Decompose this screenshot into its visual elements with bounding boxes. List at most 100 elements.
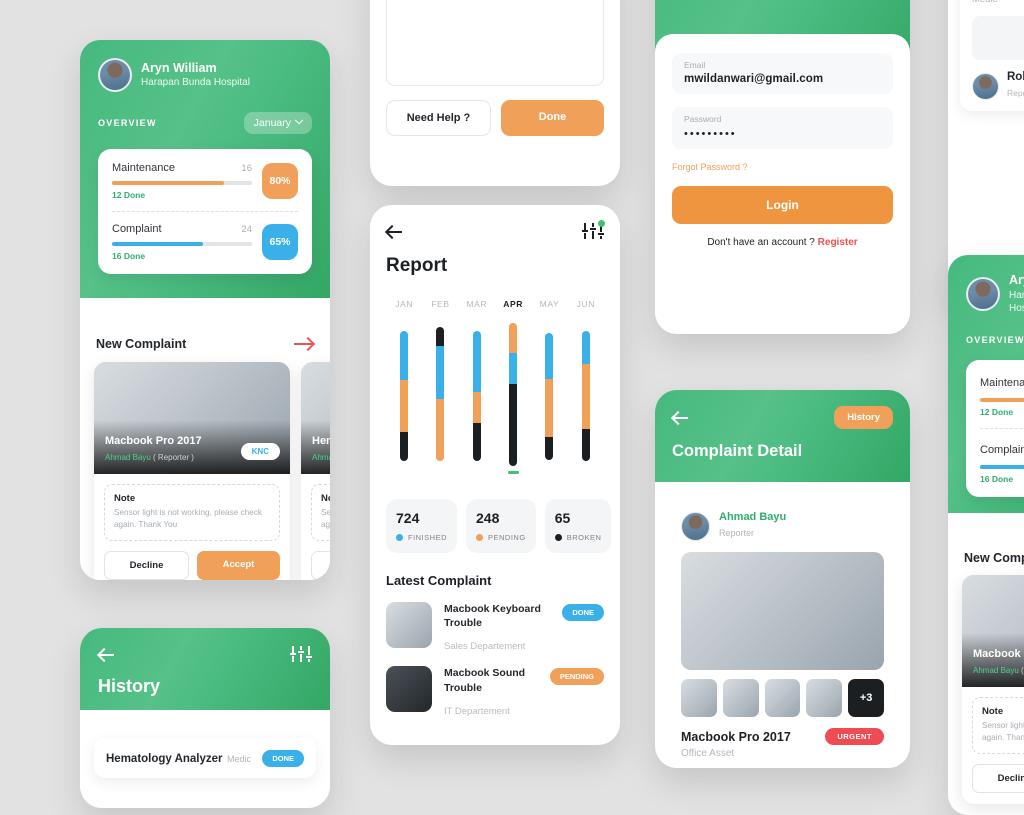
history-screen: History Hematology Analyzer Medic DONE	[80, 628, 330, 808]
thumbnail[interactable]	[722, 679, 759, 717]
dashboard-partial-screen: Aryn William Harapan Bunda Hospital OVER…	[948, 255, 1024, 815]
complaint-reporter: Ahmad Bayu	[105, 453, 151, 462]
month-tick[interactable]: JAN	[386, 299, 422, 309]
chart-bar-mar[interactable]	[459, 323, 495, 483]
decline-button[interactable]: Decline	[104, 550, 189, 580]
detail-title: Complaint Detail	[672, 442, 803, 460]
thumbnail[interactable]	[806, 679, 843, 717]
complaint-image: Macbook Pro 2017 Ahmad Bayu ( Reporter )…	[94, 362, 290, 474]
email-value: mwildanwari@gmail.com	[684, 73, 824, 85]
asset-sub: Medic	[972, 0, 1024, 5]
login-button[interactable]: Login	[672, 186, 893, 224]
back-icon[interactable]	[98, 646, 115, 663]
status-badge: DONE	[562, 604, 604, 621]
done-button[interactable]: Done	[501, 100, 604, 136]
avatar	[966, 276, 1000, 311]
chart-bar-may[interactable]	[531, 323, 567, 483]
month-tick[interactable]: FEB	[422, 299, 458, 309]
reporter-row[interactable]: Robert Reporter	[972, 71, 1024, 101]
new-complaint-section: New Complaint Macbook Pro 2017 Ahmad Bay…	[80, 322, 330, 580]
history-row-title: Hematology Analyzer	[106, 753, 223, 765]
password-field[interactable]: Password •••••••••	[672, 107, 893, 149]
register-link[interactable]: Register	[818, 237, 858, 248]
technician-note-input[interactable]: Catatan Teknisi	[386, 0, 604, 86]
complaint-title: Macbook Pro 2017	[105, 435, 202, 447]
note-text: Sensor light is not working, please chec…	[114, 508, 262, 530]
month-filter-dropdown[interactable]: January	[243, 112, 312, 134]
divider	[980, 427, 1024, 429]
summary-label: BROKEN	[566, 533, 602, 542]
note-text: Sensor light is not working, please chec…	[982, 721, 1024, 743]
month-tick-active[interactable]: APR	[495, 299, 531, 309]
progress-fill	[980, 464, 1024, 469]
complaint-card[interactable]: Macbook Pro 2017 Ahmad Bayu ( Reporter )…	[962, 575, 1024, 804]
filter-icon[interactable]	[290, 644, 312, 664]
complaint-thumbnail	[386, 602, 432, 648]
login-screen: Email mwildanwari@gmail.com Password •••…	[655, 0, 910, 334]
legend-dot-finished	[396, 534, 403, 541]
progress-track	[980, 464, 1024, 469]
latest-complaint-row[interactable]: Macbook Sound Trouble IT Departement PEN…	[386, 666, 604, 717]
back-icon[interactable]	[386, 223, 403, 240]
user-profile[interactable]: Aryn William Harapan Bunda Hospital	[966, 273, 1024, 315]
chart-bar-apr[interactable]	[495, 323, 531, 483]
stat-name: Maintenance	[980, 376, 1024, 389]
latest-complaint-row[interactable]: Macbook Keyboard Trouble Sales Departeme…	[386, 602, 604, 652]
avatar	[972, 72, 999, 100]
need-help-button[interactable]: Need Help ?	[386, 100, 491, 136]
complaint-title: Macbook Keyboard Trouble	[444, 603, 541, 630]
accept-button[interactable]: Accept	[197, 550, 280, 580]
technician-note-screen: Catatan Teknisi Need Help ? Done	[370, 0, 620, 186]
month-tick[interactable]: MAR	[459, 299, 495, 309]
history-title: History	[98, 676, 161, 696]
month-tick[interactable]: MAY	[531, 299, 567, 309]
asset-image	[972, 16, 1024, 60]
note-label: Note	[321, 493, 330, 504]
user-name: Aryn William	[141, 60, 217, 75]
stat-total: 16	[241, 163, 252, 174]
detail-header: History Complaint Detail	[655, 390, 910, 482]
asset-card[interactable]: Hematology Analyzer Medic Robert Reporte…	[960, 0, 1024, 111]
dashboard-screen: Aryn William Harapan Bunda Hospital OVER…	[80, 40, 330, 580]
filter-icon[interactable]	[582, 220, 605, 241]
active-bar-indicator	[507, 471, 519, 474]
chart-bar-feb[interactable]	[422, 323, 458, 483]
report-summary: 724 FINISHED 248 PENDING 65 BROKEN	[386, 499, 612, 553]
report-screen: Report JAN FEB MAR APR MAY JUN 724 FINIS…	[370, 205, 620, 745]
thumbnail[interactable]	[681, 679, 717, 717]
filter-badge-dot	[598, 220, 605, 227]
month-tick[interactable]: JUN	[568, 299, 604, 309]
arrow-right-icon[interactable]	[294, 336, 314, 352]
legend-dot-broken	[554, 534, 562, 541]
complaint-card[interactable]: Hematology Analyzer Ahmad Bayu ( Reporte…	[301, 362, 330, 580]
decline-button[interactable]: Decline	[311, 550, 330, 580]
summary-label: PENDING	[488, 533, 526, 542]
chevron-down-icon	[294, 115, 304, 125]
detail-hero-image[interactable]	[681, 552, 884, 670]
summary-value: 248	[476, 510, 500, 526]
password-value: •••••••••	[684, 128, 737, 140]
stat-maintenance: Maintenance 16 12 Done 80%	[112, 162, 298, 200]
reporter-row: Ahmad Bayu Reporter	[681, 511, 884, 541]
month-filter-value: January	[253, 117, 291, 129]
chart-bar-jun[interactable]	[568, 323, 604, 483]
email-field[interactable]: Email mwildanwari@gmail.com	[672, 53, 893, 94]
asset-sub: Office Asset	[681, 748, 735, 759]
thumbnail-strip: +3	[681, 679, 884, 717]
complaint-card[interactable]: Macbook Pro 2017 Ahmad Bayu ( Reporter )…	[94, 362, 290, 580]
history-button[interactable]: History	[834, 406, 893, 429]
stat-done: 12 Done	[112, 190, 146, 200]
history-row[interactable]: Hematology Analyzer Medic DONE	[94, 738, 316, 778]
complaint-note: Note Sensor light is not working, please…	[311, 484, 330, 541]
chart-bar-jan[interactable]	[386, 323, 422, 483]
thumbnail[interactable]	[764, 679, 801, 717]
forgot-password-link[interactable]: Forgot Password ?	[672, 162, 893, 172]
back-icon[interactable]	[672, 409, 689, 426]
progress-track	[112, 181, 252, 185]
user-profile[interactable]: Aryn William Harapan Bunda Hospital	[98, 58, 312, 92]
stat-total: 24	[241, 224, 252, 235]
history-list: Hematology Analyzer Medic DONE	[80, 724, 330, 808]
more-thumbnails[interactable]: +3	[848, 679, 884, 717]
complaint-image: Hematology Analyzer Ahmad Bayu ( Reporte…	[301, 362, 330, 474]
asset-title: Macbook Pro 2017	[681, 729, 791, 744]
